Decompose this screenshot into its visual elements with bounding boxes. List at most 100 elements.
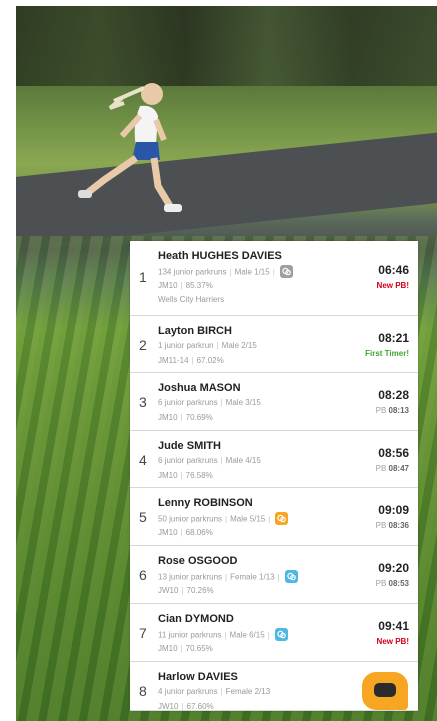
age-grade: 68.06%: [185, 528, 213, 537]
separator: |: [267, 630, 270, 640]
separator: |: [220, 687, 223, 696]
finish-time: 06:46: [378, 263, 409, 277]
position-number: 5: [139, 509, 147, 525]
finish-time: 08:56: [378, 446, 409, 460]
result-note: New PB!: [376, 637, 409, 646]
result-row[interactable]: 3 Joshua MASON 6 junior parkruns | Male 3/15…: [130, 373, 418, 431]
runner-name[interactable]: Lenny ROBINSON: [158, 497, 253, 509]
position-number: 7: [139, 625, 147, 641]
position-number: 2: [139, 337, 147, 353]
finish-time: 09:20: [378, 561, 409, 575]
separator: |: [180, 281, 183, 290]
club-name: Wells City Harriers: [158, 295, 225, 304]
finish-time: 08:28: [378, 388, 409, 402]
age-grade: 70.69%: [185, 413, 213, 422]
category-line: JM10 | 76.58%: [158, 471, 213, 480]
separator: |: [180, 413, 183, 422]
age-category: JM10: [158, 528, 178, 537]
tree-line: [16, 6, 437, 86]
separator: |: [225, 514, 228, 524]
pb-time: 08:36: [388, 521, 409, 530]
result-note: PB 08:53: [376, 579, 409, 588]
separator: |: [180, 644, 183, 653]
run-count: 11 junior parkruns: [158, 630, 222, 640]
milestone-badge-icon: [279, 265, 293, 278]
result-note: First Timer!: [365, 349, 409, 358]
result-row[interactable]: 7 Cian DYMOND 11 junior parkruns | Male 6/15…: [130, 604, 418, 662]
finish-time: 09:09: [378, 503, 409, 517]
separator: |: [220, 456, 223, 465]
pb-label: PB: [375, 464, 387, 473]
age-grade: 85.37%: [185, 281, 213, 290]
age-category: JW10: [158, 702, 179, 711]
runner-name[interactable]: Layton BIRCH: [158, 325, 232, 337]
pb-time: 08:47: [388, 464, 409, 473]
separator: |: [272, 267, 275, 277]
result-row[interactable]: 2 Layton BIRCH 1 junior parkrun | Male 2/15 J…: [130, 316, 418, 373]
runner-name[interactable]: Cian DYMOND: [158, 613, 234, 625]
category-line: JM11-14 | 67.02%: [158, 356, 224, 365]
run-count: 6 junior parkruns: [158, 456, 218, 465]
runner-name[interactable]: Heath HUGHES DAVIES: [158, 250, 282, 262]
pb-time: 08:13: [388, 406, 409, 415]
position-number: 1: [139, 269, 147, 285]
age-category: JM10: [158, 644, 178, 653]
result-row[interactable]: 4 Jude SMITH 6 junior parkruns | Male 4/15 JM…: [130, 431, 418, 488]
separator: |: [180, 528, 183, 537]
chat-button[interactable]: [362, 672, 408, 710]
result-row[interactable]: 6 Rose OSGOOD 13 junior parkruns | Female 1/…: [130, 546, 418, 604]
run-count: 134 junior parkruns: [158, 267, 227, 277]
finish-time: 08:21: [378, 331, 409, 345]
runs-line: 13 junior parkruns | Female 1/13 |: [158, 570, 298, 584]
milestone-badge-icon: [275, 512, 289, 525]
pb-label: PB: [375, 579, 387, 588]
results-list: 1 Heath HUGHES DAVIES 134 junior parkruns |…: [130, 241, 418, 711]
result-row[interactable]: 1 Heath HUGHES DAVIES 134 junior parkruns |…: [130, 241, 418, 316]
separator: |: [220, 398, 223, 407]
runner-figure: [78, 83, 182, 212]
age-grade: 70.26%: [186, 586, 214, 595]
position-number: 4: [139, 452, 147, 468]
gender-position: Male 2/15: [221, 341, 257, 350]
gender-position: Male 3/15: [225, 398, 261, 407]
result-note: New PB!: [376, 281, 409, 290]
runner-name[interactable]: Harlow DAVIES: [158, 671, 238, 683]
separator: |: [180, 471, 183, 480]
gender-position: Female 2/13: [225, 687, 271, 696]
gender-position: Male 1/15: [234, 267, 270, 277]
runs-line: 134 junior parkruns | Male 1/15 |: [158, 265, 293, 279]
runner-name[interactable]: Jude SMITH: [158, 440, 221, 452]
runner-name[interactable]: Rose OSGOOD: [158, 555, 237, 567]
run-count: 13 junior parkruns: [158, 572, 223, 582]
position-number: 6: [139, 567, 147, 583]
run-count: 50 junior parkruns: [158, 514, 223, 524]
pb-label: PB: [375, 521, 387, 530]
gender-position: Male 4/15: [225, 456, 261, 465]
runs-line: 11 junior parkruns | Male 6/15 |: [158, 628, 288, 642]
category-line: JW10 | 70.26%: [158, 586, 214, 595]
separator: |: [225, 572, 228, 582]
runs-line: 6 junior parkruns | Male 3/15: [158, 398, 261, 407]
result-row[interactable]: 5 Lenny ROBINSON 50 junior parkruns | Male 5…: [130, 488, 418, 546]
runner-name[interactable]: Joshua MASON: [158, 382, 241, 394]
chat-icon: [374, 683, 396, 697]
age-grade: 67.02%: [196, 356, 224, 365]
category-line: JM10 | 70.65%: [158, 644, 213, 653]
pb-time: 08:53: [388, 579, 409, 588]
separator: |: [229, 267, 232, 277]
age-grade: 76.58%: [185, 471, 213, 480]
separator: |: [224, 630, 227, 640]
runs-line: 50 junior parkruns | Male 5/15 |: [158, 512, 289, 526]
run-count: 1 junior parkrun: [158, 341, 214, 350]
separator: |: [277, 572, 280, 582]
category-line: JM10 | 68.06%: [158, 528, 213, 537]
position-number: 3: [139, 394, 147, 410]
run-count: 6 junior parkruns: [158, 398, 218, 407]
age-grade: 70.65%: [185, 644, 213, 653]
category-line: JM10 | 85.37%: [158, 281, 213, 290]
position-number: 8: [139, 683, 147, 699]
age-category: JM10: [158, 413, 178, 422]
pb-label: PB: [375, 406, 387, 415]
separator: |: [216, 341, 219, 350]
category-line: JM10 | 70.69%: [158, 413, 213, 422]
